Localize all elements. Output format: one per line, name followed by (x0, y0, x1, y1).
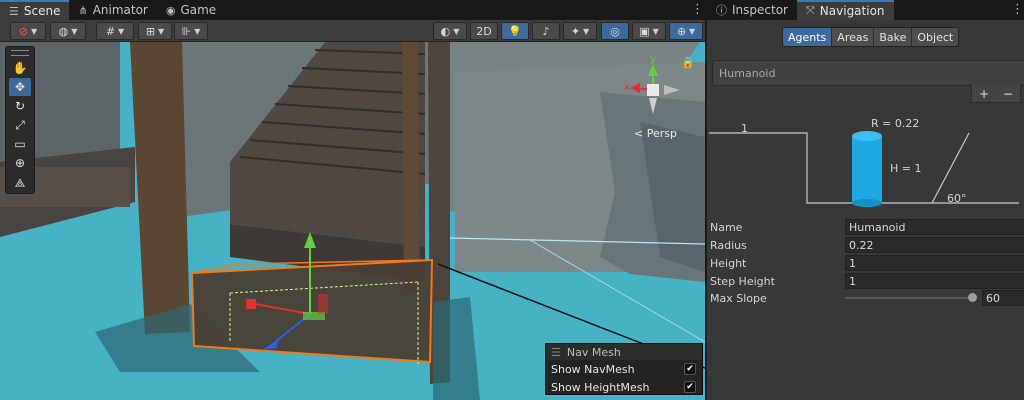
agent-diagram-drawing (709, 131, 1019, 207)
scale-tool[interactable]: ⤢ (9, 116, 31, 134)
move-tool[interactable]: ✥ (9, 78, 31, 96)
tab-animator[interactable]: ⋔ Animator (69, 0, 156, 20)
list-buttons: + − (971, 85, 1021, 103)
hand-icon: ✋ (12, 61, 28, 75)
navmesh-overlay-title[interactable]: ☰ Nav Mesh (546, 344, 702, 360)
tab-object[interactable]: Object (912, 28, 959, 46)
custom-tool-icon: ⟁ (14, 175, 26, 190)
render-mode-dropdown[interactable]: ◐ ▼ (433, 22, 467, 40)
gizmo-lock-icon[interactable]: 🔒 (681, 56, 695, 69)
max-slope-slider-thumb[interactable] (968, 293, 978, 302)
radius-field-label: Radius (710, 238, 747, 252)
grid-icon: ⊪ (181, 24, 192, 38)
show-navmesh-checkbox[interactable]: ✔ (684, 363, 696, 375)
drag-handle-icon: ☰ (551, 345, 561, 359)
tab-inspector[interactable]: ⓘ Inspector (707, 0, 797, 20)
projection-toggle[interactable]: < Persp (634, 127, 677, 140)
drag-handle-icon[interactable] (11, 50, 29, 56)
show-navmesh-row[interactable]: Show NavMesh ✔ (546, 360, 702, 378)
add-agent-button[interactable]: + (972, 85, 996, 102)
scale-icon: ⤢ (15, 117, 25, 132)
gizmo-y-label: y (650, 54, 656, 65)
gizmo-x-label: x (624, 82, 630, 93)
scene-icon: ☰ (9, 4, 19, 18)
name-label: Name (710, 220, 743, 234)
effects-dropdown[interactable]: ✦ ▼ (563, 22, 597, 40)
transform-icon: ⊕ (14, 156, 26, 170)
height-label: H = 1 (890, 162, 922, 175)
rect-icon: ▭ (14, 137, 26, 151)
show-heightmesh-row[interactable]: Show HeightMesh ✔ (546, 378, 702, 396)
navigation-menu-icon[interactable]: ⋮ (1011, 0, 1024, 20)
right-tabbar: ⓘ Inspector ⤧ Navigation ⋮ (707, 0, 1024, 20)
shaded-icon: ⊘ (18, 24, 29, 38)
tab-bake[interactable]: Bake (874, 28, 913, 46)
rotate-icon: ↻ (14, 99, 26, 113)
globe-icon: ◍ (58, 24, 69, 38)
eye-slash-icon: ◎ (610, 24, 620, 38)
lightbulb-icon: 💡 (508, 24, 522, 38)
radius-label: R = 0.22 (871, 117, 920, 130)
increment-snap-dropdown[interactable]: ⊞ ▼ (138, 22, 172, 40)
agent-list-item[interactable]: Humanoid (719, 67, 775, 80)
tab-areas[interactable]: Areas (832, 28, 875, 46)
rotate-tool[interactable]: ↻ (9, 97, 31, 115)
scene-toolbar: ⊘ ▼ ◍ ▼ # ▼ ⊞ ▼ ⊪ ▼ ◐ ▼ 2D 💡 ♪ ✦ ▼ ◎ ▣ ▼ ⊕ ▼ (0, 20, 705, 42)
grid-snap-icon: # (105, 24, 116, 38)
tab-scene[interactable]: ☰ Scene (0, 0, 70, 20)
grid-visibility-dropdown[interactable]: ⊪ ▼ (174, 22, 208, 40)
remove-agent-button[interactable]: − (996, 85, 1020, 102)
toggle-2d-button[interactable]: 2D (470, 22, 498, 40)
navigation-panel: ⓘ Inspector ⤧ Navigation ⋮ Agents Areas … (706, 0, 1024, 400)
transform-tool[interactable]: ⊕ (9, 154, 31, 172)
slope-label: 60° (947, 192, 967, 205)
grid-snap-dropdown[interactable]: # ▼ (96, 22, 134, 40)
name-field[interactable]: Humanoid (845, 219, 1024, 235)
custom-tool[interactable]: ⟁ (9, 174, 31, 192)
agent-list[interactable]: Humanoid (712, 60, 1024, 86)
show-heightmesh-checkbox[interactable]: ✔ (684, 381, 696, 393)
navigation-icon: ⤧ (805, 4, 815, 17)
gizmos-icon: ⊕ (676, 24, 687, 38)
height-field[interactable]: 1 (845, 255, 1024, 271)
tab-navigation[interactable]: ⤧ Navigation (796, 0, 894, 20)
max-slope-label: Max Slope (710, 291, 767, 305)
step-height-label: 1 (741, 122, 748, 135)
agent-cylinder (852, 136, 882, 203)
scene-tabbar: ☰ Scene ⋔ Animator ◉ Game ⋮ (0, 0, 705, 20)
tab-agents[interactable]: Agents (783, 28, 833, 46)
max-slope-slider[interactable] (845, 297, 975, 299)
animator-icon: ⋔ (78, 3, 88, 17)
agent-diagram: 1 R = 0.22 H = 1 60° (707, 106, 1024, 216)
sphere-icon: ◐ (440, 24, 451, 38)
draw-mode-dropdown[interactable]: ⊘ ▼ (10, 22, 46, 40)
global-dropdown[interactable]: ◍ ▼ (50, 22, 86, 40)
camera-dropdown[interactable]: ▣ ▼ (632, 22, 666, 40)
snap-icon: ⊞ (145, 24, 156, 38)
radius-field[interactable]: 0.22 (845, 237, 1024, 253)
camera-icon: ▣ (639, 24, 650, 38)
tab-game[interactable]: ◉ Game (157, 0, 225, 20)
step-height-field-label: Step Height (710, 274, 775, 288)
audio-toggle[interactable]: ♪ (532, 22, 560, 40)
game-icon: ◉ (165, 3, 176, 17)
inspector-icon: ⓘ (716, 4, 727, 17)
gizmos-dropdown[interactable]: ⊕ ▼ (669, 22, 703, 40)
effects-icon: ✦ (570, 24, 581, 38)
scene-panel: ☰ Scene ⋔ Animator ◉ Game ⋮ ⊘ ▼ ◍ ▼ # ▼ ⊞ ▼ … (0, 0, 705, 400)
navmesh-overlay: ☰ Nav Mesh Show NavMesh ✔ Show HeightMes… (545, 343, 703, 395)
tools-overlay: ✋ ✥ ↻ ⤢ ▭ ⊕ ⟁ (5, 46, 35, 194)
scene-visibility-toggle[interactable]: ◎ (601, 22, 629, 40)
navigation-mode-tabs: Agents Areas Bake Object (782, 27, 960, 47)
audio-icon: ♪ (542, 24, 550, 38)
rect-tool[interactable]: ▭ (9, 135, 31, 153)
max-slope-field[interactable]: 60 (982, 290, 1024, 306)
step-height-field[interactable]: 1 (845, 273, 1024, 289)
scene-menu-icon[interactable]: ⋮ (691, 0, 705, 20)
move-icon: ✥ (14, 80, 26, 94)
height-field-label: Height (710, 256, 747, 270)
perspective-icon: < (634, 127, 644, 140)
hand-tool[interactable]: ✋ (9, 59, 31, 77)
lighting-toggle[interactable]: 💡 (501, 22, 529, 40)
